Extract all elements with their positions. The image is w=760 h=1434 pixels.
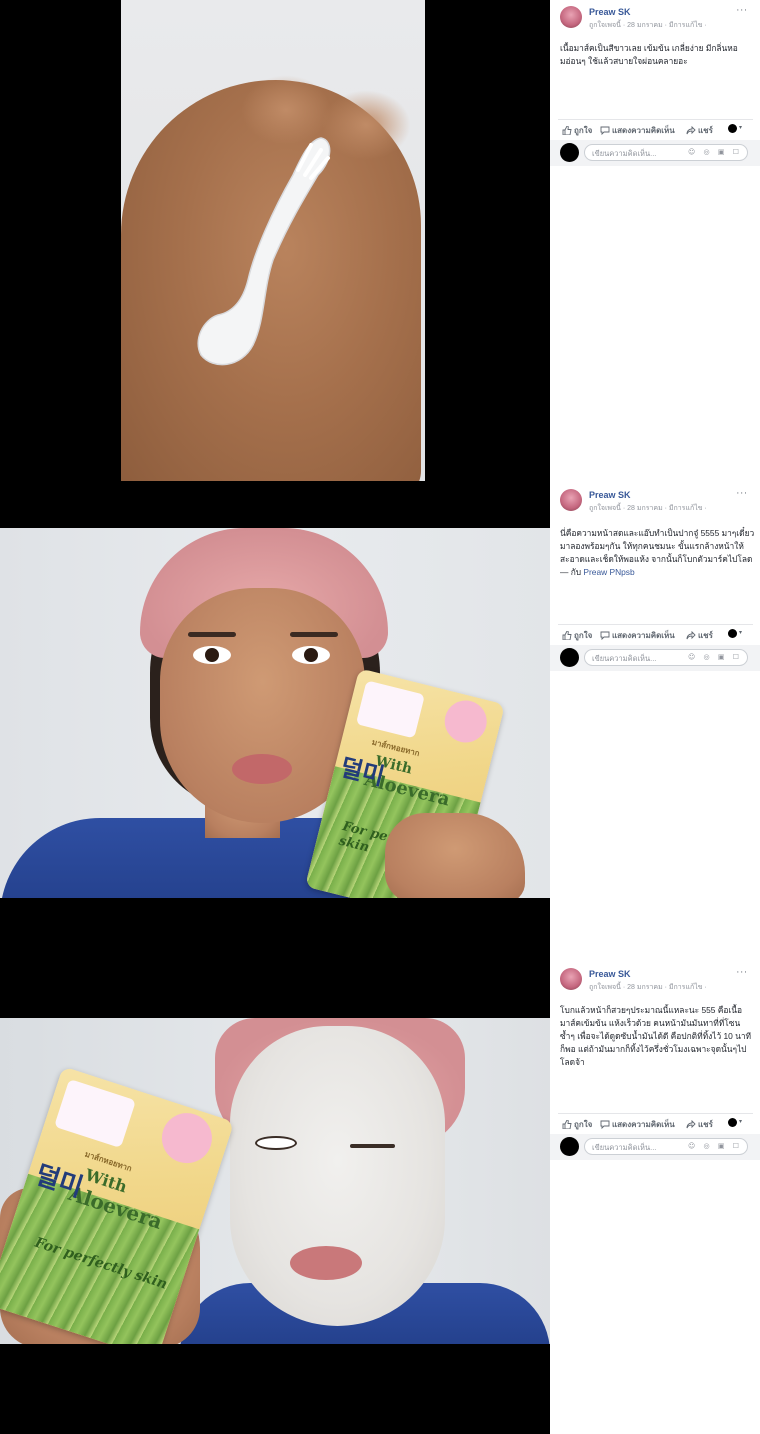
tagged-user-link[interactable]: Preaw PNpsb [583, 567, 634, 577]
comment-composer: เขียนความคิดเห็น... ☺ ◎ ▣ ☐ [550, 140, 760, 166]
eye-right [292, 646, 330, 664]
comment-icon [600, 1120, 610, 1130]
like-button[interactable]: ถูกใจ [562, 124, 592, 137]
share-button[interactable]: แชร์ [686, 1118, 713, 1131]
share-button[interactable]: แชร์ [686, 629, 713, 642]
avatar[interactable] [560, 489, 582, 511]
like-label: ถูกใจ [574, 631, 593, 640]
author-name[interactable]: Preaw SK [589, 969, 631, 979]
post-actions: ถูกใจ แสดงความคิดเห็น แชร์ ▾ [558, 119, 753, 137]
share-label: แชร์ [698, 126, 713, 135]
comment-attachment-icons[interactable]: ☺ ◎ ▣ ☐ [688, 1142, 742, 1150]
thumbs-up-icon [562, 1119, 572, 1130]
chevron-down-icon[interactable]: ▾ [739, 124, 742, 131]
face-scene: มาส์กหอยทาก With Aloevera 덜미 For perfect… [0, 528, 550, 898]
post-text: โบกแล้วหน้าก็สวยๆประมาณนี้แหละนะ 555 คือ… [560, 1005, 752, 1067]
post-header: Preaw SK ถูกใจเพจนี้ · 28 มกราคม · มีการ… [560, 968, 760, 998]
post-meta: ถูกใจเพจนี้ · 28 มกราคม · มีการแก้ไข · [589, 22, 707, 29]
comment-button[interactable]: แสดงความคิดเห็น [600, 124, 675, 137]
post-panel: Preaw SK ถูกใจเพจนี้ · 28 มกราคม · มีการ… [550, 960, 760, 1434]
comment-label: แสดงความคิดเห็น [612, 1120, 675, 1129]
eyebrow-left [188, 632, 236, 637]
avatar[interactable] [560, 968, 582, 990]
share-icon [686, 1119, 696, 1129]
photo-hand-swatch [0, 0, 550, 481]
share-icon [686, 125, 696, 135]
feature-box [54, 1078, 137, 1149]
commenter-avatar [560, 648, 579, 667]
chevron-down-icon[interactable]: ▾ [739, 1118, 742, 1125]
eye-right-closed [350, 1144, 395, 1148]
author-name[interactable]: Preaw SK [589, 7, 631, 17]
more-options-icon[interactable]: ··· [736, 489, 748, 499]
like-button[interactable]: ถูกใจ [562, 1118, 592, 1131]
share-label: แชร์ [698, 1120, 713, 1129]
lips [290, 1246, 362, 1280]
comment-attachment-icons[interactable]: ☺ ◎ ▣ ☐ [688, 148, 742, 156]
audience-avatar[interactable] [728, 629, 737, 638]
comment-placeholder: เขียนความคิดเห็น... [592, 1143, 657, 1152]
post-header: Preaw SK ถูกใจเพจนี้ · 28 มกราคม · มีการ… [560, 6, 760, 36]
post-text: นี่คือความหน้าสดและแอ๊บทำเป็นปากจู๋ 5555… [560, 527, 755, 579]
commenter-avatar [560, 1137, 579, 1156]
facebook-post: Preaw SK ถูกใจเพจนี้ · 28 มกราคม · มีการ… [550, 481, 760, 681]
facebook-post: Preaw SK ถูกใจเพจนี้ · 28 มกราคม · มีการ… [550, 960, 760, 1160]
holding-hand [385, 813, 525, 898]
avatar[interactable] [560, 6, 582, 28]
mascot-icon [440, 696, 492, 747]
share-label: แชร์ [698, 631, 713, 640]
post-meta: ถูกใจเพจนี้ · 28 มกราคม · มีการแก้ไข · [589, 505, 707, 512]
tag-prefix: กับ [570, 567, 582, 577]
post-actions: ถูกใจ แสดงความคิดเห็น แชร์ ▾ [558, 624, 753, 642]
hand-photo [121, 0, 425, 481]
comment-placeholder: เขียนความคิดเห็น... [592, 654, 657, 663]
post-actions: ถูกใจ แสดงความคิดเห็น แชร์ ▾ [558, 1113, 753, 1131]
eyebrow-right [290, 632, 338, 637]
comment-label: แสดงความคิดเห็น [612, 126, 675, 135]
comment-composer: เขียนความคิดเห็น... ☺ ◎ ▣ ☐ [550, 1134, 760, 1160]
comment-composer: เขียนความคิดเห็น... ☺ ◎ ▣ ☐ [550, 645, 760, 671]
chevron-down-icon[interactable]: ▾ [739, 629, 742, 636]
like-label: ถูกใจ [574, 1120, 593, 1129]
comment-input[interactable]: เขียนความคิดเห็น... ☺ ◎ ▣ ☐ [584, 1138, 748, 1155]
masked-face [230, 1026, 445, 1326]
comment-icon [600, 631, 610, 641]
post-panel: Preaw SK ถูกใจเพจนี้ · 28 มกราคม · มีการ… [550, 0, 760, 481]
comment-placeholder: เขียนความคิดเห็น... [592, 149, 657, 158]
comment-button[interactable]: แสดงความคิดเห็น [600, 1118, 675, 1131]
share-icon [686, 630, 696, 640]
more-options-icon[interactable]: ··· [736, 968, 748, 978]
facebook-post: Preaw SK ถูกใจเพจนี้ · 28 มกราคม · มีการ… [550, 0, 760, 170]
more-options-icon[interactable]: ··· [736, 6, 748, 16]
audience-avatar[interactable] [728, 124, 737, 133]
thumbs-up-icon [562, 630, 572, 641]
post-panel: Preaw SK ถูกใจเพจนี้ · 28 มกราคม · มีการ… [550, 481, 760, 960]
thumbs-up-icon [562, 125, 572, 136]
post-header: Preaw SK ถูกใจเพจนี้ · 28 มกราคม · มีการ… [560, 489, 760, 519]
photo-face-mask: มาส์กหอยทาก With Aloevera 덜미 For perfect… [0, 960, 550, 1434]
commenter-avatar [560, 143, 579, 162]
feature-box [355, 680, 425, 739]
photo-face-before: มาส์กหอยทาก With Aloevera 덜미 For perfect… [0, 481, 550, 960]
like-label: ถูกใจ [574, 126, 593, 135]
comment-label: แสดงความคิดเห็น [612, 631, 675, 640]
post-meta: ถูกใจเพจนี้ · 28 มกราคม · มีการแก้ไข · [589, 984, 707, 991]
comment-input[interactable]: เขียนความคิดเห็น... ☺ ◎ ▣ ☐ [584, 144, 748, 161]
author-name[interactable]: Preaw SK [589, 490, 631, 500]
post-text: เนื้อมาส์คเป็นสีขาวเลย เข้มข้น เกลี่ยง่า… [560, 43, 738, 66]
mask-scene: มาส์กหอยทาก With Aloevera 덜미 For perfect… [0, 1018, 550, 1344]
comment-input[interactable]: เขียนความคิดเห็น... ☺ ◎ ▣ ☐ [584, 649, 748, 666]
audience-avatar[interactable] [728, 1118, 737, 1127]
share-button[interactable]: แชร์ [686, 124, 713, 137]
cream-swatch [197, 137, 331, 366]
like-button[interactable]: ถูกใจ [562, 629, 592, 642]
mascot-icon [155, 1106, 219, 1170]
eye-left [255, 1136, 297, 1150]
eye-left [193, 646, 231, 664]
lips [232, 754, 292, 784]
comment-button[interactable]: แสดงความคิดเห็น [600, 629, 675, 642]
comment-attachment-icons[interactable]: ☺ ◎ ▣ ☐ [688, 653, 742, 661]
comment-icon [600, 126, 610, 136]
